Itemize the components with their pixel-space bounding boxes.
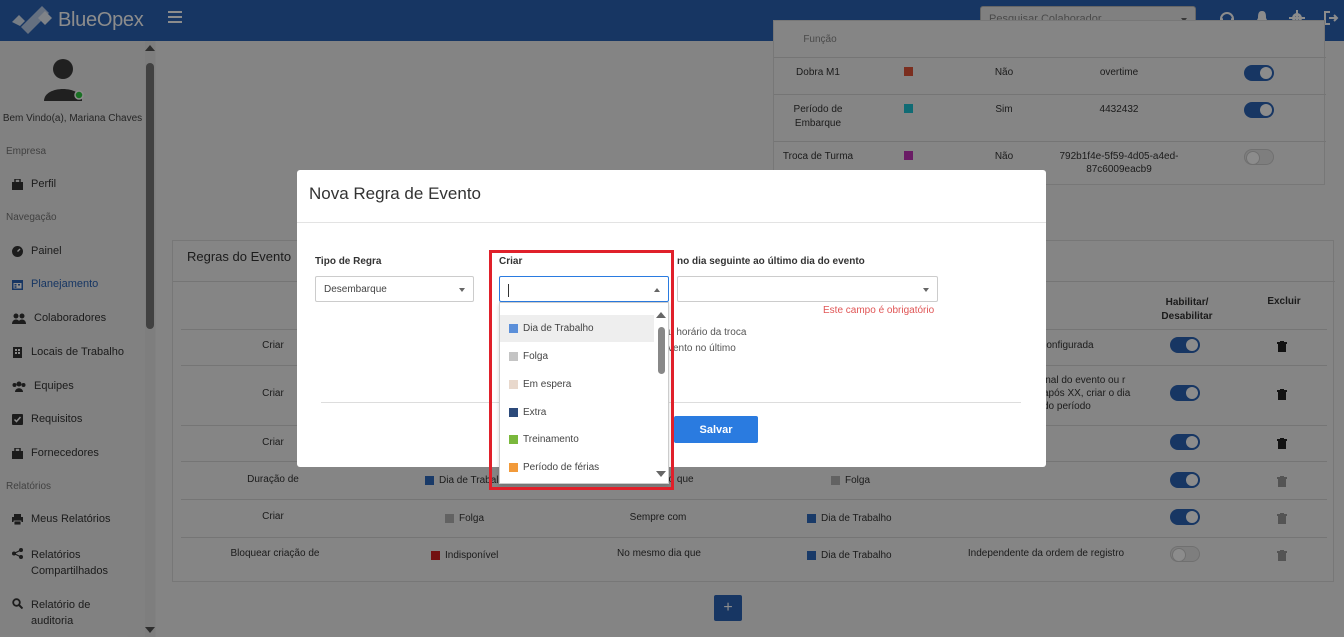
color-swatch xyxy=(509,351,518,361)
create-label: Criar xyxy=(499,256,523,267)
color-swatch xyxy=(509,379,518,389)
option-extra[interactable]: Extra xyxy=(500,399,654,426)
option-label: Período de férias xyxy=(523,462,600,473)
hint-text: vento no último xyxy=(668,343,736,354)
chevron-down-icon xyxy=(923,288,929,292)
modal-divider xyxy=(297,222,1046,223)
option-label: Folga xyxy=(523,351,549,362)
rule-type-select[interactable]: Desembarque xyxy=(315,276,474,302)
color-swatch xyxy=(509,434,518,444)
color-swatch xyxy=(509,462,518,472)
modal-title: Nova Regra de Evento xyxy=(309,184,481,203)
create-options-dropdown: Dia de Trabalho Folga Em espera Extra Tr… xyxy=(499,302,669,484)
hint-text: u horário da troca xyxy=(668,327,747,338)
chevron-down-icon xyxy=(459,288,465,292)
rule-type-label: Tipo de Regra xyxy=(315,256,382,267)
option-label: Em espera xyxy=(523,379,572,390)
option-label: Extra xyxy=(523,407,547,418)
rule-type-value: Desembarque xyxy=(324,284,387,295)
create-select[interactable] xyxy=(499,276,669,302)
required-error: Este campo é obrigatório xyxy=(823,305,935,316)
color-swatch xyxy=(509,407,518,417)
option-periodo-de-ferias[interactable]: Período de férias xyxy=(500,454,654,481)
scrollbar-thumb[interactable] xyxy=(658,327,665,374)
footer-divider xyxy=(321,402,1021,403)
next-day-label: no dia seguinte ao último dia do evento xyxy=(677,256,865,267)
text-cursor xyxy=(508,284,509,297)
chevron-up-icon xyxy=(654,288,660,292)
next-day-select[interactable] xyxy=(677,276,938,302)
option-label: Treinamento xyxy=(523,434,579,445)
dropdown-scrollbar[interactable] xyxy=(656,309,668,479)
option-em-espera[interactable]: Em espera xyxy=(500,371,654,398)
scroll-down-icon[interactable] xyxy=(656,471,666,477)
option-label: Dia de Trabalho xyxy=(523,323,594,334)
option-treinamento[interactable]: Treinamento xyxy=(500,426,654,453)
scroll-up-icon[interactable] xyxy=(656,312,666,318)
option-dia-de-trabalho[interactable]: Dia de Trabalho xyxy=(500,315,654,342)
option-folga[interactable]: Folga xyxy=(500,343,654,370)
save-button[interactable]: Salvar xyxy=(674,416,758,443)
color-swatch xyxy=(509,323,518,333)
new-event-rule-modal: Nova Regra de Evento Tipo de Regra Desem… xyxy=(297,170,1046,467)
